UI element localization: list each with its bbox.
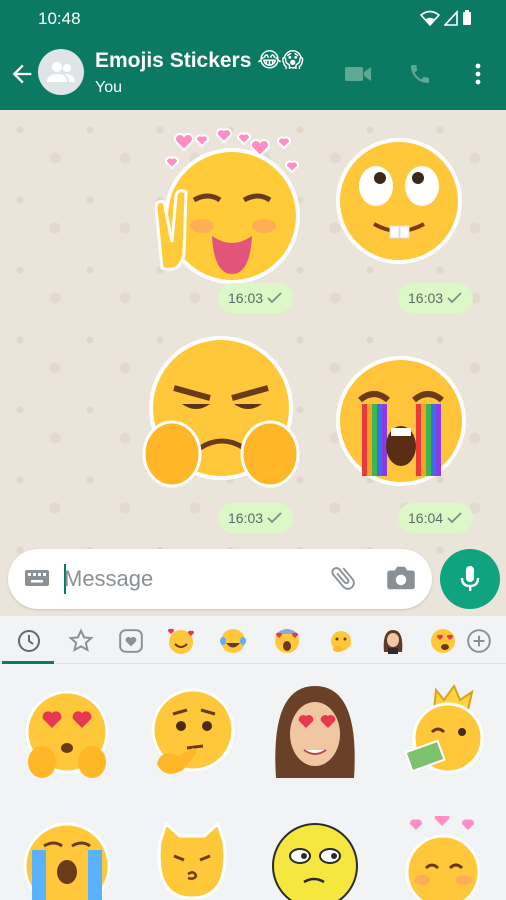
star-icon	[68, 628, 94, 652]
timestamp-text: 16:03	[228, 290, 264, 306]
tab-favorites[interactable]	[64, 624, 98, 658]
cat-kiss-emoji[interactable]	[152, 822, 232, 900]
tab-screaming[interactable]	[270, 624, 304, 658]
message-timestamp: 16:03	[218, 283, 294, 313]
back-arrow-icon[interactable]	[8, 60, 36, 88]
attach-paperclip-icon[interactable]	[328, 563, 358, 593]
heart-crown-emoji[interactable]	[398, 816, 488, 900]
system-icons	[420, 10, 472, 26]
timestamp-text: 16:04	[408, 510, 444, 526]
video-call-button[interactable]	[342, 58, 374, 90]
chat-area[interactable]: 16:03 16:03 16:03 16:04	[0, 110, 506, 616]
tab-woman-memoji[interactable]	[376, 624, 410, 658]
sent-check-icon	[447, 512, 462, 524]
goofy-buck-teeth-emoji[interactable]	[334, 136, 464, 266]
sent-check-icon	[447, 292, 462, 304]
grumpy-thumbs-down-emoji[interactable]	[136, 336, 306, 496]
heart-eyes-emoji-icon	[431, 629, 455, 653]
tab-stickers[interactable]	[114, 624, 148, 658]
thinking-face-emoji[interactable]	[145, 686, 237, 782]
message-timestamp: 16:03	[398, 283, 474, 313]
status-bar: 10:48	[0, 0, 506, 38]
chat-header: Emojis Stickers 😂😱 You	[0, 38, 506, 110]
group-icon	[47, 62, 75, 82]
message-composer[interactable]: Message	[8, 549, 432, 609]
battery-icon	[463, 10, 471, 25]
thinking-emoji-icon	[331, 631, 351, 652]
tab-recent[interactable]	[12, 624, 46, 658]
voice-call-button[interactable]	[404, 58, 436, 90]
wifi-icon	[420, 10, 440, 26]
video-camera-icon	[345, 67, 371, 81]
phone-icon	[411, 65, 429, 83]
clock: 10:48	[38, 9, 81, 28]
plus-circle-icon	[467, 629, 491, 653]
sent-check-icon	[267, 512, 282, 524]
sent-check-icon	[267, 292, 282, 304]
voice-record-button[interactable]	[440, 549, 500, 609]
timestamp-text: 16:03	[408, 290, 444, 306]
tears-of-joy-emoji-icon	[220, 629, 246, 653]
loudly-crying-emoji[interactable]	[20, 820, 114, 900]
smiling-hearts-emoji-icon	[167, 628, 195, 654]
chat-title[interactable]: Emojis Stickers 😂😱	[95, 48, 304, 73]
tab-smiling-hearts[interactable]	[164, 624, 198, 658]
clock-icon	[18, 630, 40, 652]
heart-eyes-woman-memoji[interactable]	[272, 682, 358, 784]
heart-sticker-icon	[119, 629, 143, 653]
heart-eyes-hands-emoji[interactable]	[22, 686, 112, 782]
rainbow-crying-emoji[interactable]	[334, 354, 468, 488]
tab-heart-eyes[interactable]	[428, 624, 462, 658]
chat-subtitle[interactable]: You	[95, 79, 122, 97]
heart-crown-tongue-peace-emoji[interactable]	[132, 118, 307, 290]
unamused-yellow-face[interactable]	[268, 820, 362, 900]
message-timestamp: 16:03	[218, 503, 294, 533]
tab-thinking[interactable]	[324, 624, 358, 658]
king-money-emoji[interactable]	[402, 682, 486, 782]
sticker-tray-tabs	[0, 616, 506, 664]
timestamp-text: 16:03	[228, 510, 264, 526]
screaming-emoji-icon	[275, 629, 299, 653]
group-avatar[interactable]	[38, 49, 84, 95]
active-tab-indicator	[2, 661, 54, 664]
message-timestamp: 16:04	[398, 503, 474, 533]
woman-memoji-icon	[383, 630, 403, 654]
message-input[interactable]: Message	[64, 566, 153, 592]
add-sticker-pack-button[interactable]	[462, 624, 496, 658]
sticker-tray	[0, 616, 506, 900]
camera-icon[interactable]	[386, 564, 416, 592]
kebab-menu-icon	[475, 63, 481, 85]
signal-icon	[444, 10, 458, 26]
more-options-button[interactable]	[462, 58, 494, 90]
tab-laughing[interactable]	[216, 624, 250, 658]
keyboard-icon[interactable]	[24, 567, 50, 589]
microphone-icon	[460, 566, 480, 591]
